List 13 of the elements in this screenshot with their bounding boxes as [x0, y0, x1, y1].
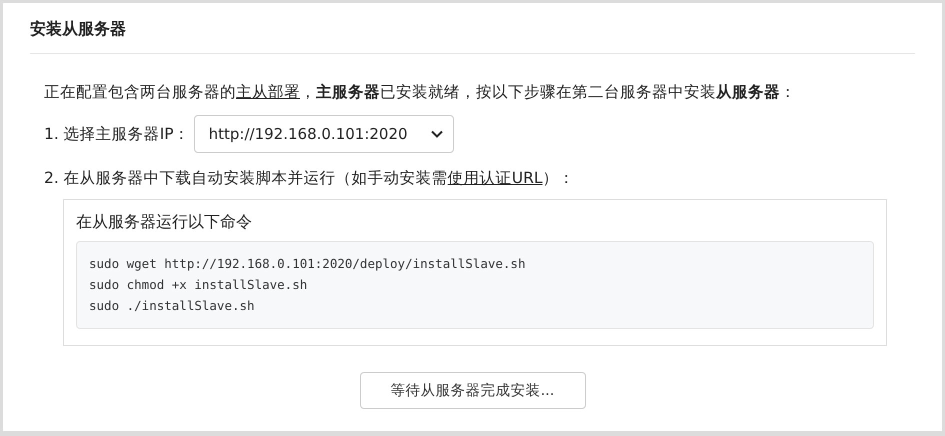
code-line: sudo ./installSlave.sh — [89, 297, 256, 315]
step-label: 1. 选择主服务器IP： — [44, 124, 190, 144]
wait-button[interactable]: 等待从服务器完成安装... — [360, 372, 586, 409]
dialog-title: 安装从服务器 — [30, 3, 915, 54]
code-line: sudo wget http://192.168.0.101:2020/deploy/installSlave.sh — [89, 255, 526, 273]
chevron-down-icon — [430, 130, 443, 138]
link[interactable]: 使用认证URL — [448, 169, 542, 187]
server-ip-select[interactable]: http://192.168.0.101:2020 — [194, 115, 454, 153]
code-line: sudo chmod +x installSlave.sh — [89, 276, 308, 294]
link[interactable]: 主从部署 — [236, 83, 300, 101]
panel-title: 在从服务器运行以下命令 — [76, 212, 253, 233]
intro-text: 正在配置包含两台服务器的主从部署，主服务器已安装就绪，按以下步骤在第二台服务器中安装从服务器： — [44, 82, 797, 103]
step-text: 2. 在从服务器中下载自动安装脚本并运行（如手动安装需使用认证URL）： — [44, 168, 576, 189]
